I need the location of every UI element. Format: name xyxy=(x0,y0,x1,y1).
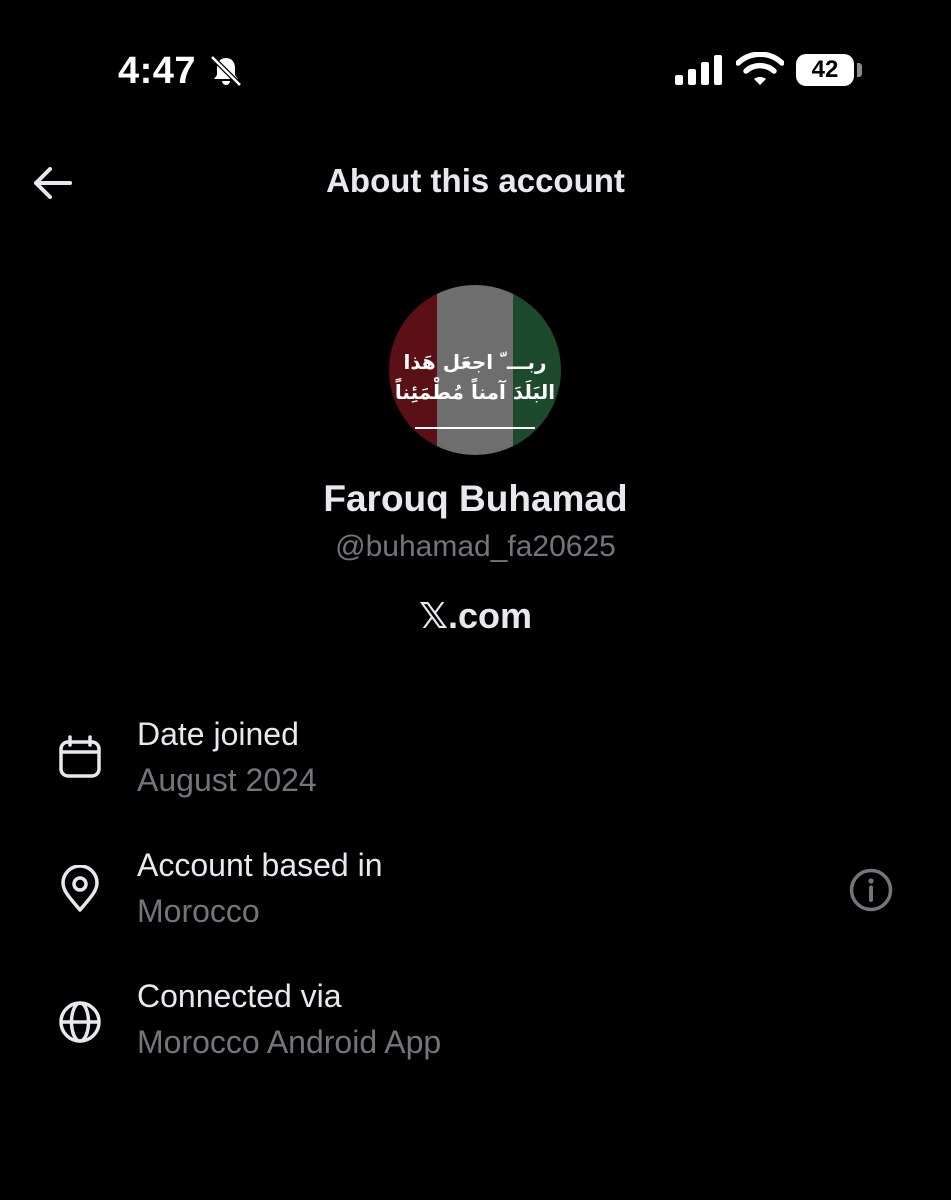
status-time: 4:47 xyxy=(118,50,197,92)
info-row-account-based-in: Account based in Morocco xyxy=(0,847,951,947)
site-label: 𝕏.com xyxy=(418,595,533,636)
connected-via-value: Morocco Android App xyxy=(137,1024,442,1060)
signal-icon xyxy=(675,55,722,85)
battery-indicator: 42 xyxy=(796,54,854,86)
wifi-icon xyxy=(736,52,784,85)
display-name: Farouq Buhamad xyxy=(323,478,628,519)
avatar-caption: ربـــ ّ اجعَل هَذا البَلَدَ آمناً مُطْمَ… xyxy=(389,347,561,407)
info-row-connected-via: Connected via Morocco Android App xyxy=(0,978,951,1078)
calendar-icon xyxy=(59,735,101,778)
globe-icon xyxy=(59,1001,101,1043)
account-based-in-value: Morocco xyxy=(137,893,260,929)
info-row-date-joined: Date joined August 2024 xyxy=(0,716,951,816)
bell-muted-icon xyxy=(210,55,242,87)
avatar[interactable]: ربـــ ّ اجعَل هَذا البَلَدَ آمناً مُطْمَ… xyxy=(389,285,561,455)
account-based-in-label: Account based in xyxy=(137,847,383,883)
status-bar: 4:47 42 xyxy=(0,0,951,140)
avatar-divider xyxy=(415,427,535,429)
info-icon[interactable] xyxy=(848,867,894,913)
avatar-caption-line-2: البَلَدَ آمناً مُطْمَئِناً xyxy=(394,380,556,404)
battery-nub xyxy=(857,63,862,77)
location-pin-icon xyxy=(61,865,99,912)
date-joined-label: Date joined xyxy=(137,716,299,752)
date-joined-value: August 2024 xyxy=(137,762,317,798)
username-handle: @buhamad_fa20625 xyxy=(335,530,616,563)
page-title: About this account xyxy=(326,162,625,199)
connected-via-label: Connected via xyxy=(137,978,342,1014)
avatar-caption-line-1: ربـــ ّ اجعَل هَذا xyxy=(403,350,547,374)
